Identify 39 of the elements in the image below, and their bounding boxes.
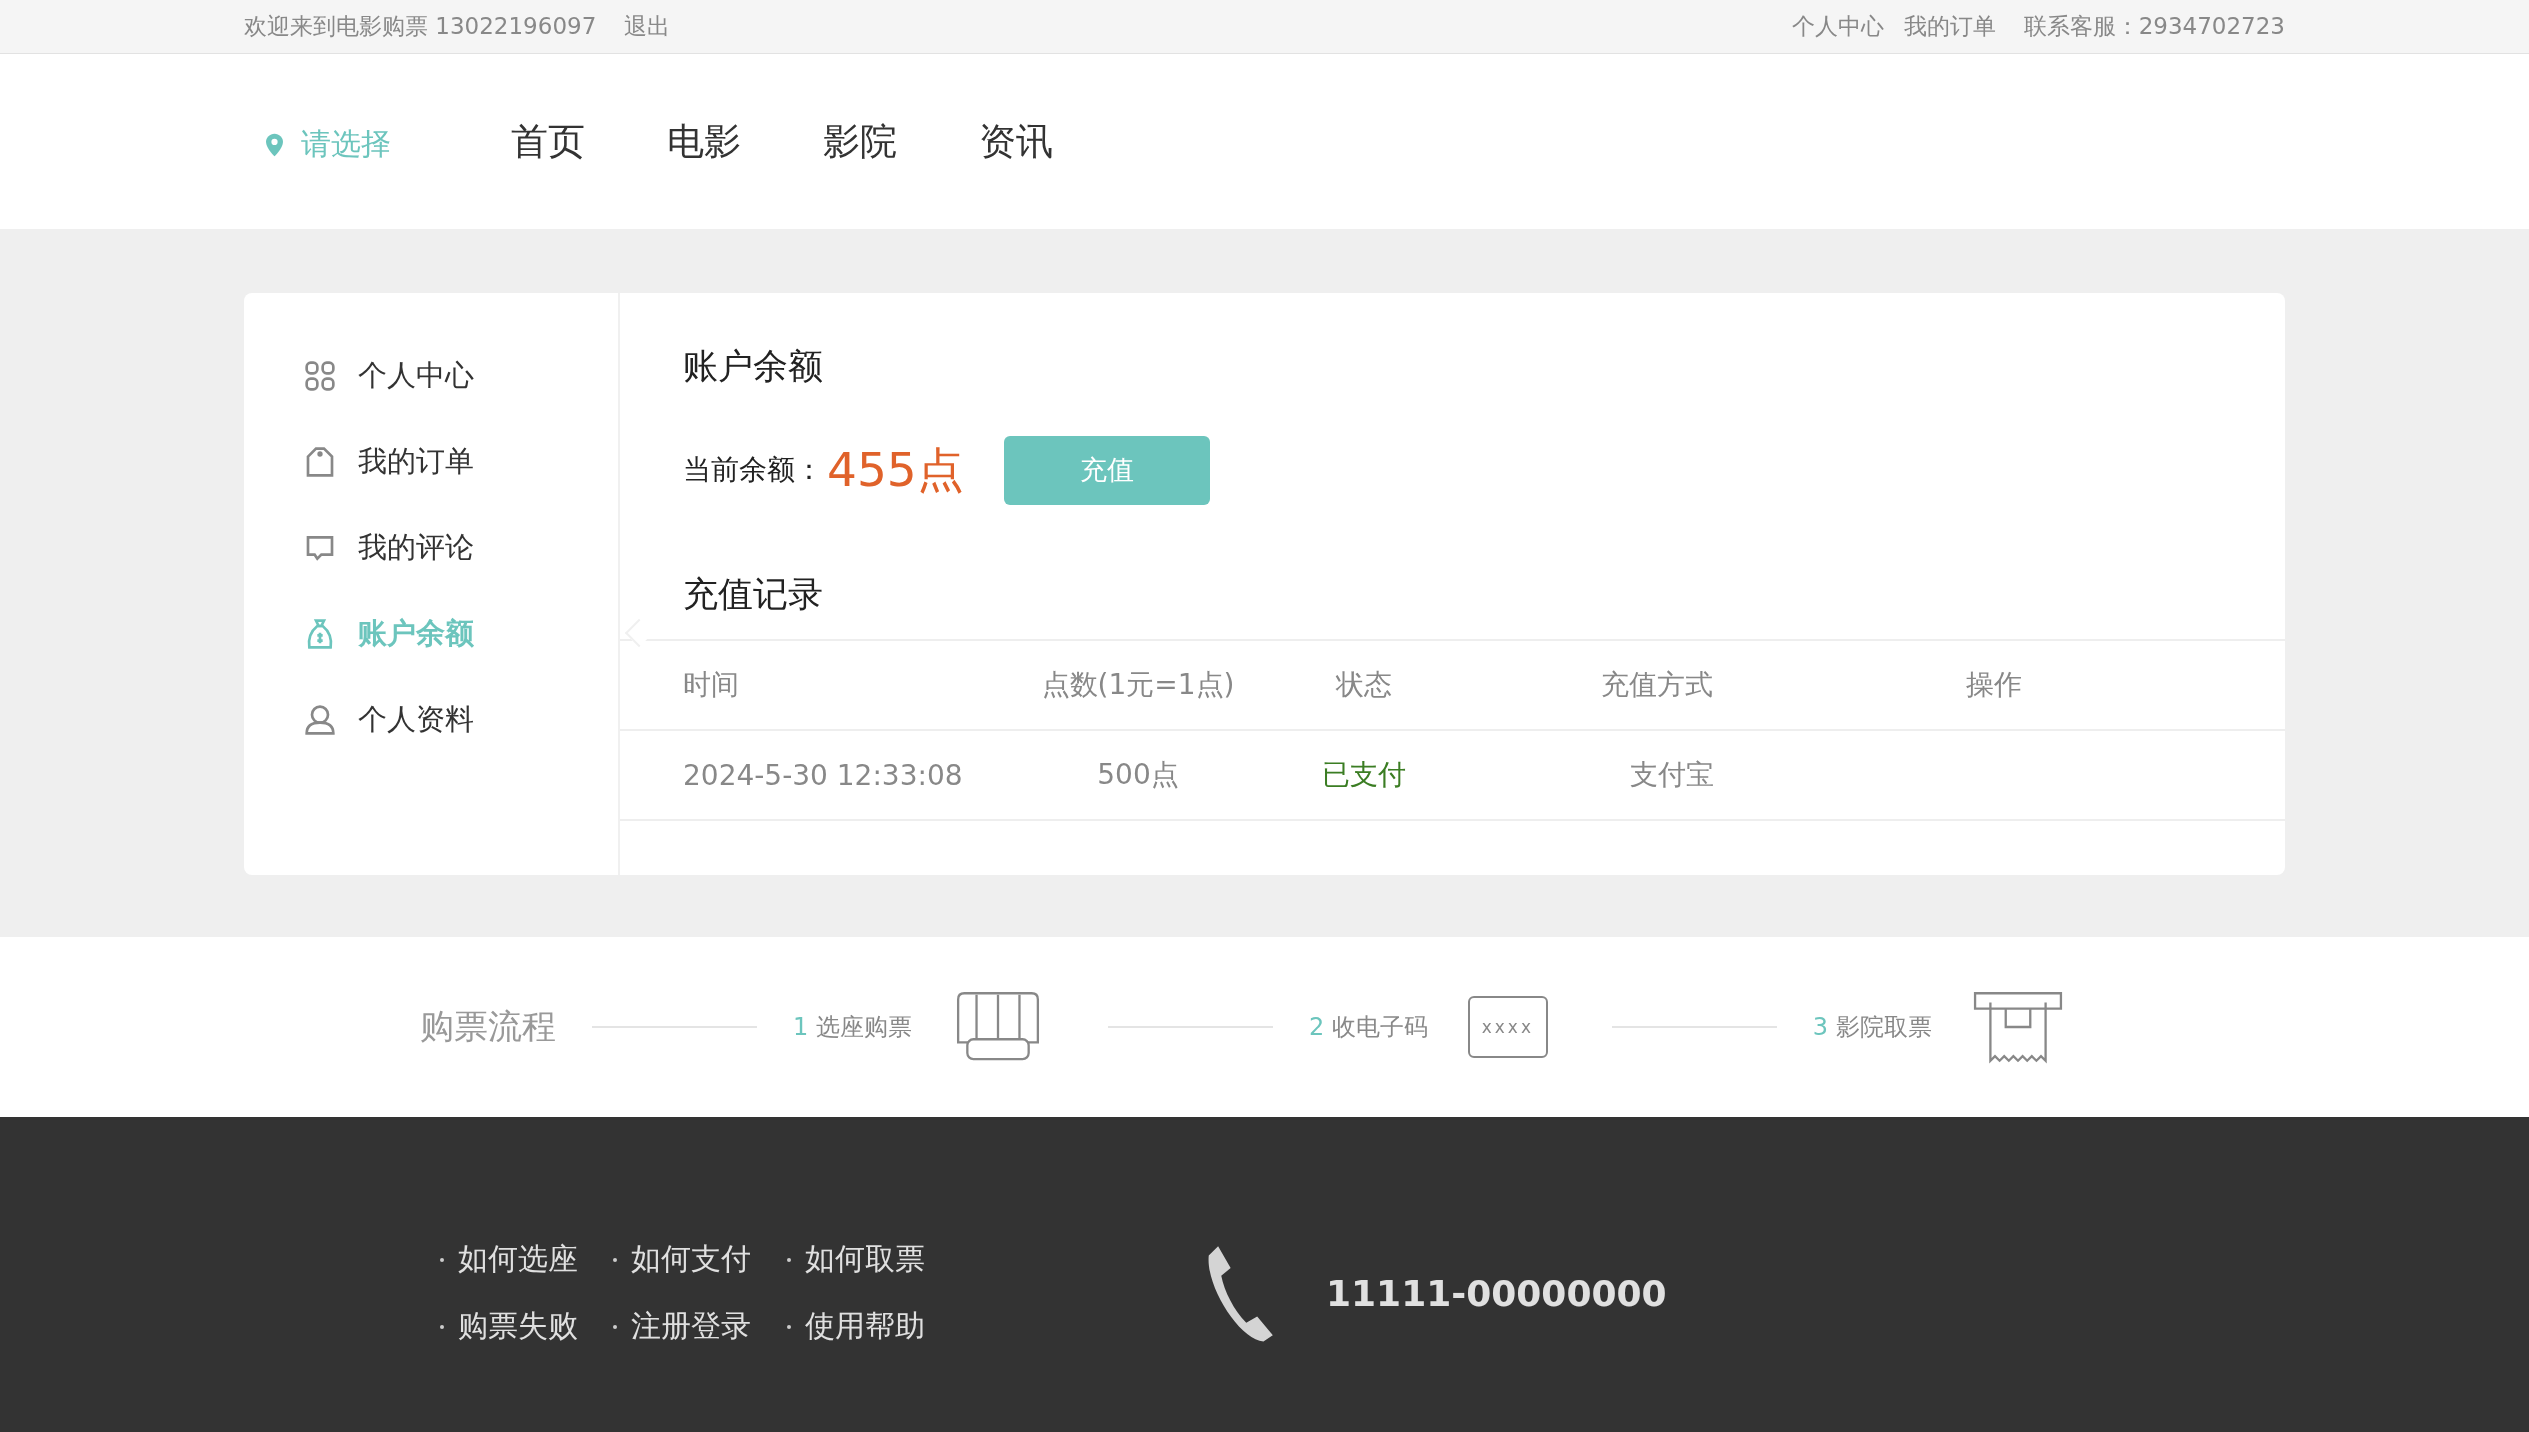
- column-header: 操作: [1966, 667, 2022, 703]
- section-title: 充值记录: [683, 573, 824, 615]
- welcome-text: 欢迎来到电影购票 13022196097: [244, 12, 597, 41]
- nav-tab[interactable]: 资讯: [979, 116, 1053, 167]
- phone-number: 11111-00000000: [1326, 1272, 1667, 1314]
- footer-link[interactable]: 如何支付: [613, 1239, 767, 1280]
- sidebar-item[interactable]: 个人资料: [304, 677, 618, 763]
- service-phone: 联系客服：2934702723: [2023, 12, 2285, 41]
- grid-icon: [304, 360, 336, 392]
- balance-amount: 455点: [827, 440, 964, 499]
- sidebar-item[interactable]: 我的订单: [304, 419, 618, 505]
- step-label: 3 影院取票: [1812, 1012, 1932, 1043]
- location-pin-icon: [266, 132, 283, 157]
- user-icon: [304, 704, 336, 736]
- footer-link[interactable]: 如何选座: [440, 1239, 594, 1280]
- step-label: 2 收电子码: [1308, 1012, 1428, 1043]
- status-cell-text: 已支付: [1322, 757, 1406, 793]
- column-header: 充值方式: [1601, 667, 1713, 703]
- column-header: 状态: [1336, 667, 1392, 703]
- ticket-machine-icon: [1971, 990, 2064, 1064]
- sidebar-item[interactable]: 我的评论: [304, 505, 618, 591]
- footer-link[interactable]: 使用帮助: [786, 1306, 940, 1347]
- balance-label: 当前余额：: [683, 452, 823, 488]
- column-header: 时间: [683, 667, 739, 703]
- footer-link[interactable]: 注册登录: [613, 1306, 767, 1347]
- step-label: 1 选座购票: [793, 1012, 912, 1043]
- column-header: 点数(1元=1点): [1041, 667, 1235, 703]
- table-cell-text: 500点: [1097, 757, 1179, 793]
- process-title: 购票流程: [420, 1005, 556, 1048]
- table-cell-text: 支付宝: [1630, 757, 1714, 793]
- footer-link[interactable]: 购票失败: [440, 1306, 594, 1347]
- nav-tab[interactable]: 首页: [511, 116, 585, 167]
- table-cell: 2024-5-30 12:33:08: [683, 758, 963, 792]
- sidebar-item[interactable]: 个人中心: [304, 333, 618, 419]
- footer-link[interactable]: 如何取票: [786, 1239, 940, 1280]
- section-title: 账户余额: [683, 345, 824, 387]
- nav-tab[interactable]: 电影: [667, 116, 741, 167]
- message-bubble-icon: xxxx: [1467, 996, 1548, 1058]
- nav-tab[interactable]: 影院: [823, 116, 897, 167]
